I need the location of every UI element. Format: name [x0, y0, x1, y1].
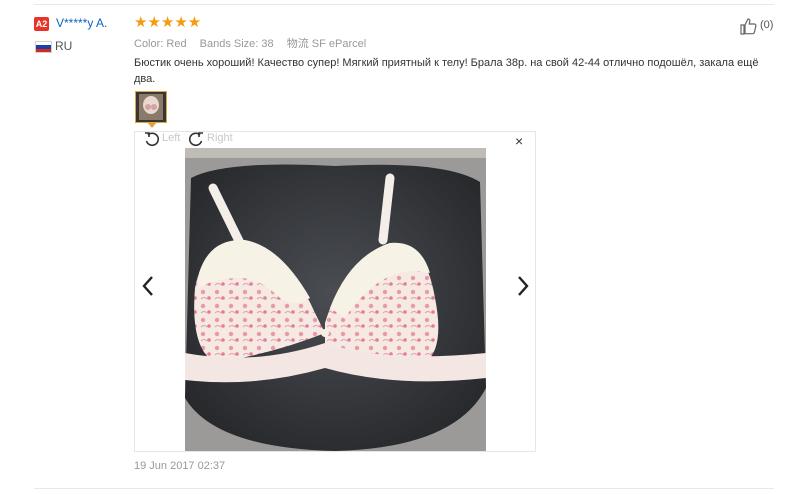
helpful-count: (0) — [760, 19, 774, 31]
reviewer-country: RU — [55, 39, 73, 53]
rotate-right-label: Right — [207, 132, 233, 144]
review-photo-thumbnail[interactable] — [135, 91, 167, 123]
size-value: 38 — [261, 38, 274, 50]
review-text: Бюстик очень хороший! Качество супер! Мя… — [134, 57, 759, 85]
chevron-right-icon[interactable] — [516, 274, 530, 298]
rotate-left-icon — [145, 132, 160, 147]
review-photo — [185, 148, 486, 451]
buyer-level-badge: A2 — [34, 17, 49, 31]
reviewer-name[interactable]: V*****y A. — [56, 16, 107, 30]
rotate-right-icon — [188, 132, 203, 147]
russia-flag-icon — [35, 41, 52, 53]
shipping-value: SF eParcel — [311, 38, 367, 50]
review-date: 19 Jun 2017 02:37 — [134, 460, 226, 472]
chevron-left-icon[interactable] — [141, 274, 155, 298]
color-value: Red — [166, 38, 187, 50]
like-icon[interactable] — [740, 17, 758, 35]
bottom-divider — [34, 488, 774, 489]
rating-stars: ★★★★★ — [134, 14, 202, 31]
color-label: Color: — [134, 38, 164, 50]
size-label: Bands Size: — [199, 38, 259, 50]
shipping-label: 物流 — [286, 38, 309, 50]
top-divider — [34, 4, 774, 5]
thumbnail-pointer — [147, 122, 157, 128]
close-icon[interactable]: × — [515, 133, 523, 149]
order-attributes: Color: Red Bands Size: 38 物流 SF eParcel — [134, 35, 376, 51]
rotate-left-label: Left — [162, 132, 181, 144]
